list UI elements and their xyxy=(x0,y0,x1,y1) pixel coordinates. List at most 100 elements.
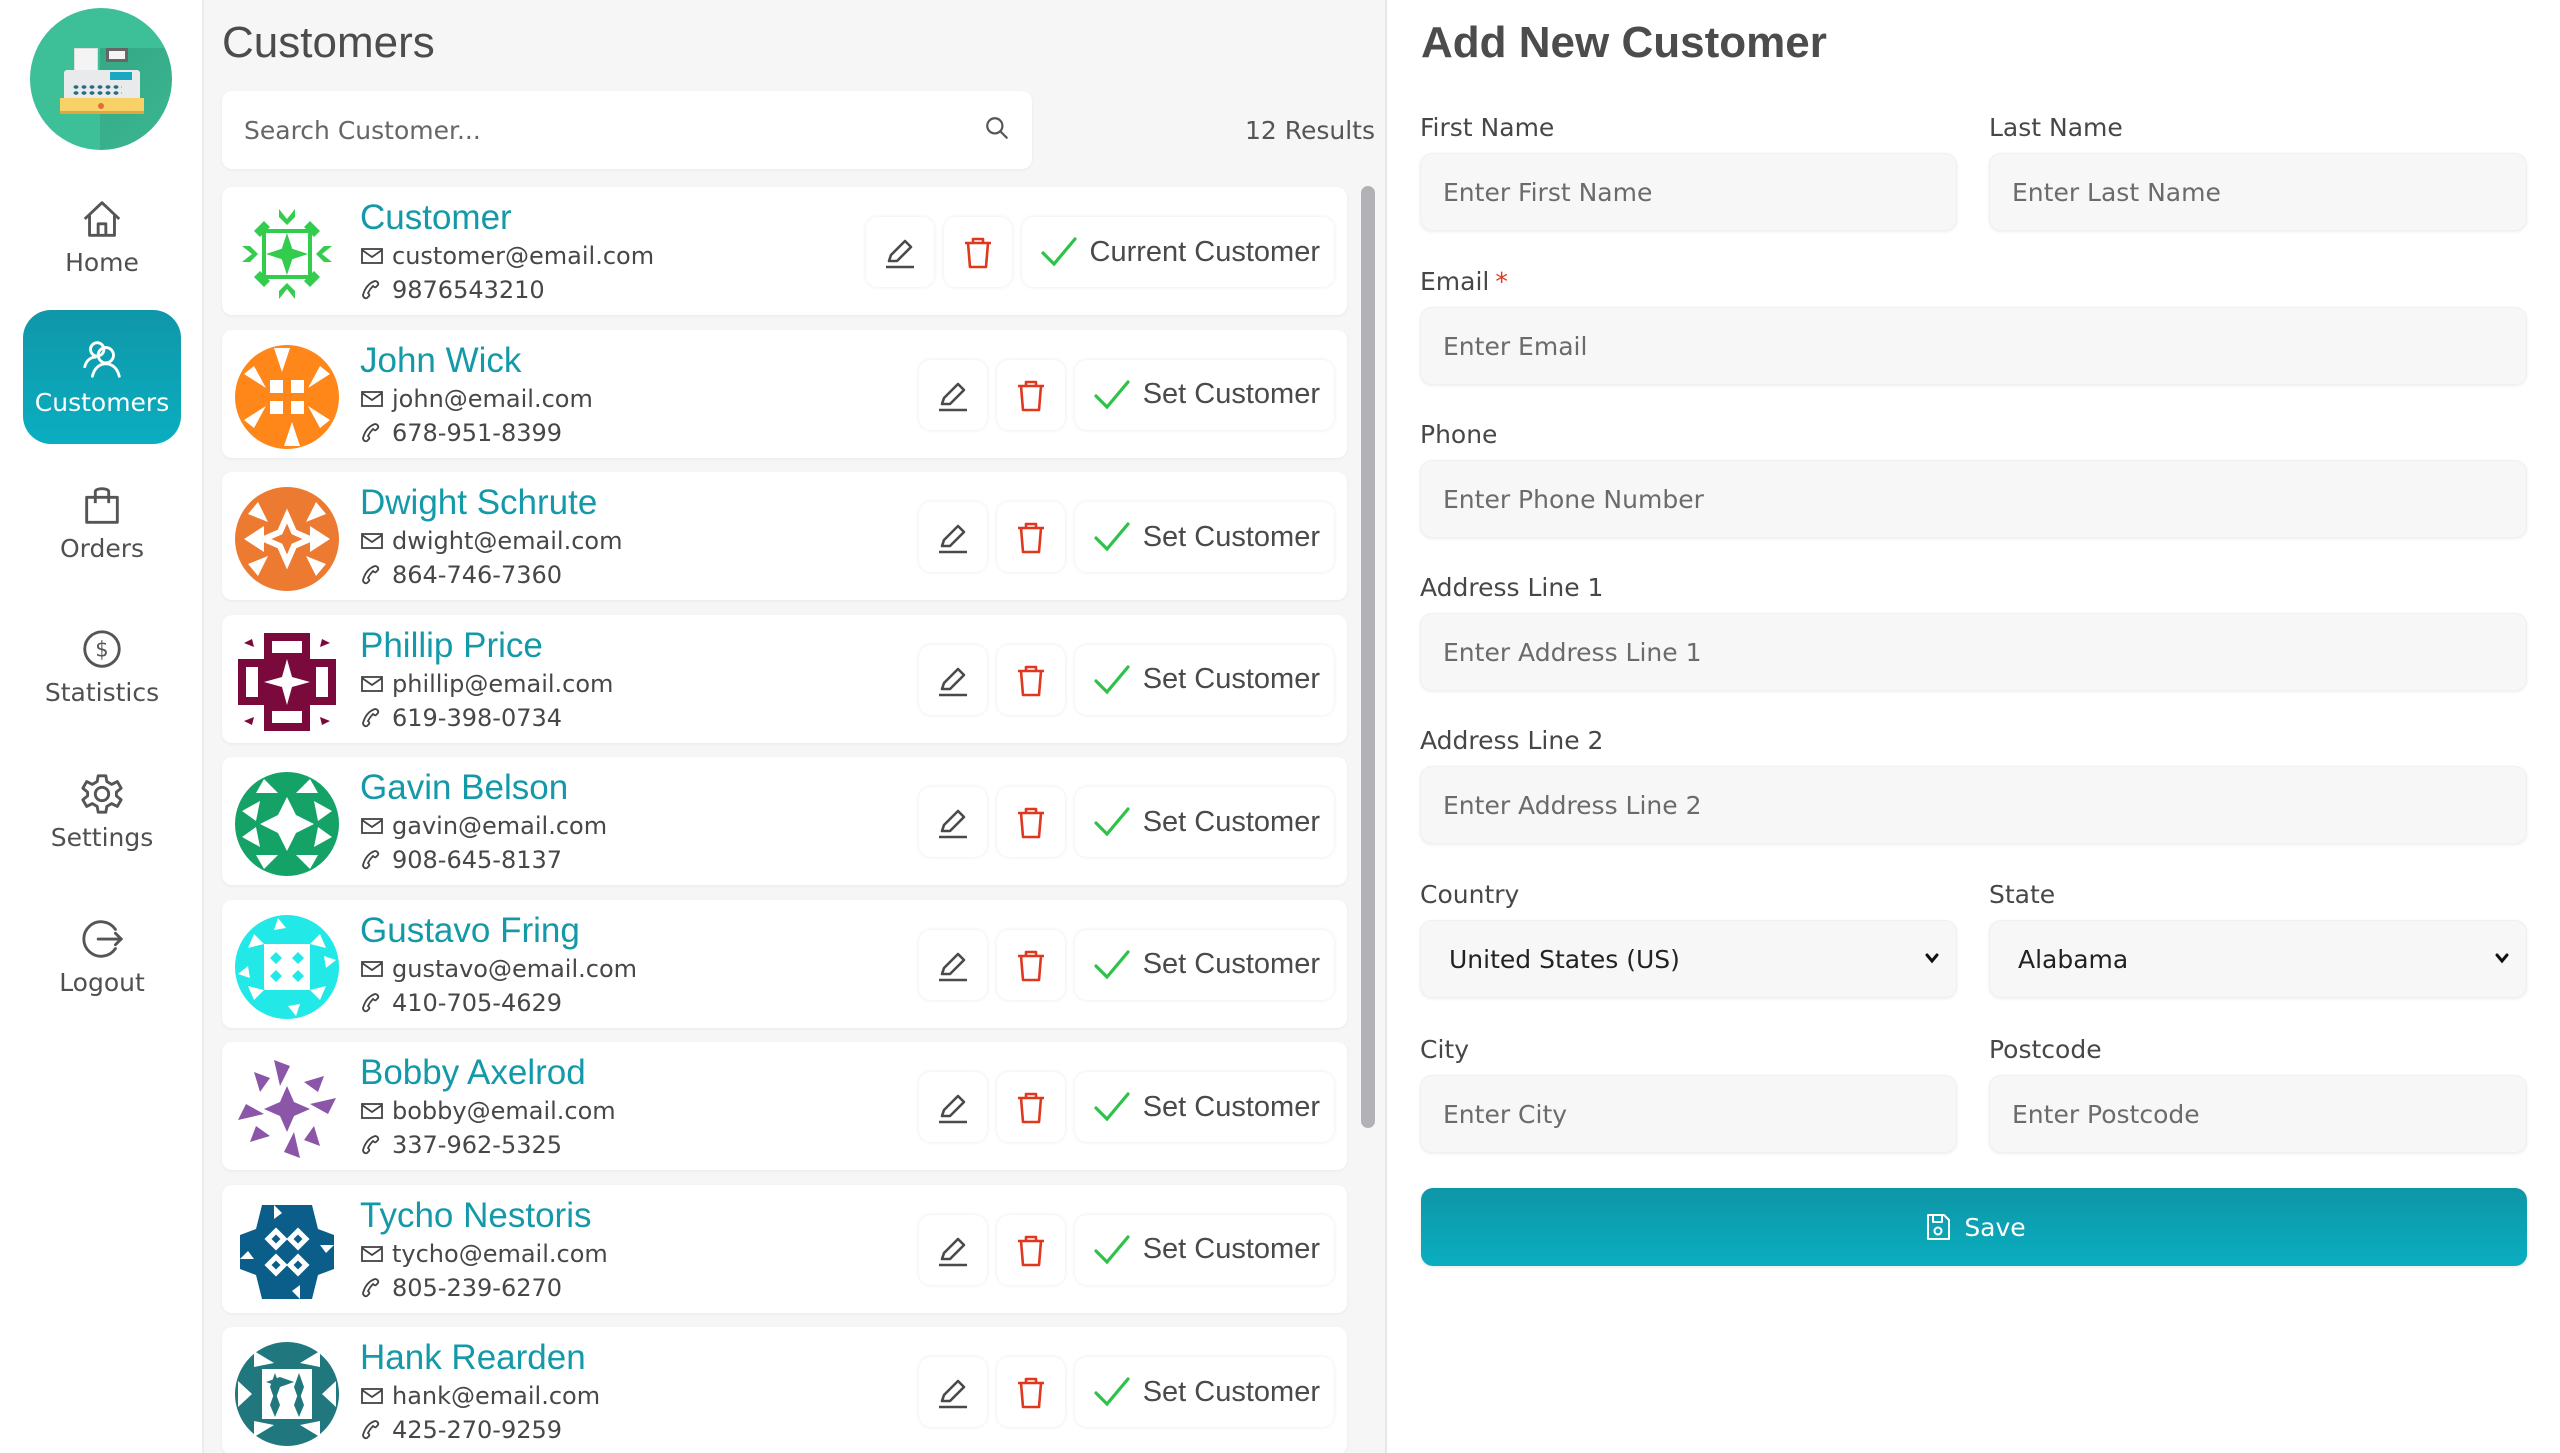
edit-customer-button[interactable] xyxy=(918,929,987,1000)
customer-name: Phillip Price xyxy=(360,625,543,665)
delete-customer-button[interactable] xyxy=(996,1214,1065,1285)
set-customer-label: Set Customer xyxy=(1142,1233,1320,1265)
current-customer-button[interactable]: Current Customer xyxy=(1021,217,1334,287)
customer-card[interactable]: Bobby Axelrod bobby@email.com 337-962-53… xyxy=(222,1042,1347,1170)
postcode-field: Postcode xyxy=(1989,1035,2527,1153)
search-box[interactable] xyxy=(222,91,1032,169)
delete-customer-button[interactable] xyxy=(996,644,1065,715)
customer-actions: Set Customer xyxy=(918,787,1334,857)
sidebar-item-home[interactable]: Home xyxy=(23,170,181,304)
city-input[interactable] xyxy=(1420,1075,1957,1153)
set-customer-button[interactable]: Set Customer xyxy=(1074,929,1334,1000)
set-customer-button[interactable]: Set Customer xyxy=(1074,1214,1334,1285)
home-icon xyxy=(83,201,121,237)
chevron-down-icon xyxy=(1925,953,1939,964)
set-customer-button[interactable]: Set Customer xyxy=(1074,1072,1334,1142)
edit-customer-button[interactable] xyxy=(918,502,987,572)
set-customer-button[interactable]: Set Customer xyxy=(1074,787,1334,857)
delete-customer-button[interactable] xyxy=(996,787,1065,857)
sidebar-item-orders[interactable]: Orders xyxy=(23,456,181,590)
users-icon xyxy=(83,341,121,378)
avatar xyxy=(234,629,340,735)
cash-register-logo[interactable] xyxy=(30,8,172,150)
customer-email: hank@email.com xyxy=(392,1382,601,1410)
save-button[interactable]: Save xyxy=(1421,1188,2527,1266)
set-customer-button[interactable]: Set Customer xyxy=(1074,1357,1334,1427)
sidebar-item-label: Statistics xyxy=(44,678,160,707)
set-customer-button[interactable]: Set Customer xyxy=(1074,359,1334,430)
customer-phone-row: 410-705-4629 xyxy=(360,986,637,1020)
address-line-1-input[interactable] xyxy=(1420,613,2527,691)
city-field: City xyxy=(1420,1035,1957,1153)
address-line-2-input[interactable] xyxy=(1420,766,2527,844)
customer-card[interactable]: John Wick john@email.com 678-951-8399 Se… xyxy=(222,329,1347,458)
customer-card[interactable]: Phillip Price phillip@email.com 619-398-… xyxy=(222,614,1347,743)
edit-customer-button[interactable] xyxy=(918,1214,987,1285)
customer-card[interactable]: Customer customer@email.com 9876543210 C… xyxy=(222,187,1347,315)
search-icon[interactable] xyxy=(984,115,1010,145)
set-customer-button[interactable]: Set Customer xyxy=(1074,502,1334,572)
customer-name: Customer xyxy=(360,198,512,237)
shopping-bag-icon xyxy=(85,487,119,524)
set-customer-label: Current Customer xyxy=(1089,235,1320,268)
state-label: State xyxy=(1989,880,2056,909)
customer-info: Gavin Belson gavin@email.com 908-645-813… xyxy=(360,767,607,877)
last-name-input[interactable] xyxy=(1989,153,2527,231)
trash-icon xyxy=(1017,522,1044,554)
edit-customer-button[interactable] xyxy=(918,1072,987,1142)
customer-card[interactable]: Gavin Belson gavin@email.com 908-645-813… xyxy=(222,757,1347,885)
country-field: Country United States (US) xyxy=(1420,880,1957,998)
first-name-field: First Name xyxy=(1420,113,1957,231)
state-select[interactable]: Alabama xyxy=(1989,920,2527,998)
sidebar-item-label: Logout xyxy=(59,968,145,997)
customer-info: Gustavo Fring gustavo@email.com 410-705-… xyxy=(360,910,637,1020)
edit-customer-button[interactable] xyxy=(918,644,987,715)
customer-card[interactable]: Gustavo Fring gustavo@email.com 410-705-… xyxy=(222,899,1347,1028)
sidebar-item-logout[interactable]: Logout xyxy=(23,890,181,1024)
search-input[interactable] xyxy=(244,115,984,145)
delete-customer-button[interactable] xyxy=(996,1072,1065,1142)
customer-phone-row: 678-951-8399 xyxy=(360,416,593,450)
edit-customer-button[interactable] xyxy=(918,359,987,430)
customer-email-row: john@email.com xyxy=(360,382,593,416)
delete-customer-button[interactable] xyxy=(943,217,1012,287)
customer-name: Bobby Axelrod xyxy=(360,1053,586,1092)
country-select[interactable]: United States (US) xyxy=(1420,920,1957,998)
logout-icon xyxy=(82,920,124,958)
address-line-1-field: Address Line 1 xyxy=(1420,573,2527,691)
delete-customer-button[interactable] xyxy=(996,359,1065,430)
first-name-input[interactable] xyxy=(1420,153,1957,231)
address-line-2-field: Address Line 2 xyxy=(1420,726,2527,844)
postcode-input[interactable] xyxy=(1989,1075,2527,1153)
dollar-circle-icon: $ xyxy=(83,630,121,668)
postcode-label: Postcode xyxy=(1989,1035,2102,1064)
email-input[interactable] xyxy=(1420,307,2527,385)
save-label: Save xyxy=(1964,1212,2026,1242)
sidebar-item-settings[interactable]: Settings xyxy=(23,745,181,879)
phone-icon xyxy=(362,707,380,727)
sidebar-item-statistics[interactable]: $ Statistics xyxy=(23,600,181,734)
state-selected-value: Alabama xyxy=(2018,944,2129,974)
trash-icon xyxy=(1017,1235,1044,1266)
svg-text:$: $ xyxy=(95,637,108,662)
customer-card[interactable]: Hank Rearden hank@email.com 425-270-9259 xyxy=(222,1327,1347,1453)
delete-customer-button[interactable] xyxy=(996,1357,1065,1427)
phone-label: Phone xyxy=(1420,420,1498,449)
chevron-down-icon xyxy=(2495,953,2509,964)
check-icon xyxy=(1094,807,1130,837)
customer-card[interactable]: Dwight Schrute dwight@email.com 864-746-… xyxy=(222,472,1347,600)
customer-actions: Set Customer xyxy=(918,644,1334,715)
edit-customer-button[interactable] xyxy=(918,787,987,857)
sidebar-item-customers[interactable]: Customers xyxy=(23,310,181,444)
delete-customer-button[interactable] xyxy=(996,502,1065,572)
list-scrollbar[interactable] xyxy=(1361,186,1375,1128)
avatar xyxy=(234,486,340,592)
delete-customer-button[interactable] xyxy=(996,929,1065,1000)
edit-customer-button[interactable] xyxy=(865,217,934,287)
edit-customer-button[interactable] xyxy=(918,1357,987,1427)
set-customer-button[interactable]: Set Customer xyxy=(1074,644,1334,715)
customer-phone: 908-645-8137 xyxy=(392,846,563,874)
customer-card[interactable]: Tycho Nestoris tycho@email.com 805-239-6… xyxy=(222,1184,1347,1313)
customer-info: Customer customer@email.com 9876543210 xyxy=(360,197,654,307)
phone-input[interactable] xyxy=(1420,460,2527,538)
